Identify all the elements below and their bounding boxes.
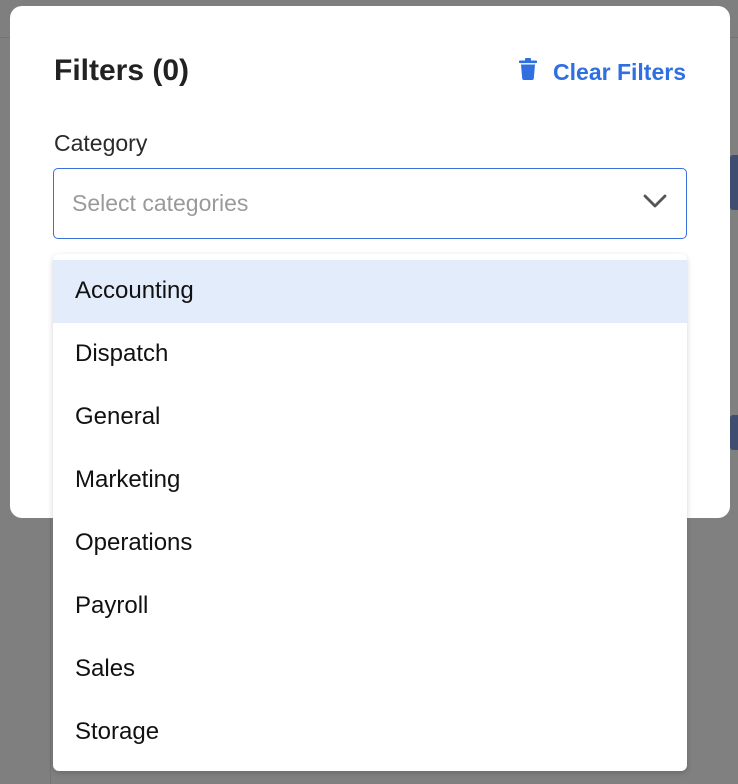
category-dropdown-menu: Accounting Dispatch General Marketing Op… <box>53 254 687 771</box>
option-dispatch[interactable]: Dispatch <box>53 323 687 386</box>
category-label: Category <box>54 130 148 156</box>
clear-filters-label: Clear Filters <box>553 58 686 85</box>
category-placeholder: Select categories <box>72 190 249 216</box>
background-button <box>730 155 738 210</box>
chevron-down-icon <box>642 193 668 214</box>
category-select[interactable]: Select categories <box>53 168 687 239</box>
option-accounting[interactable]: Accounting <box>53 260 687 323</box>
trash-icon <box>519 58 538 86</box>
option-storage[interactable]: Storage <box>53 700 687 763</box>
clear-filters-button[interactable]: Clear Filters <box>519 58 686 86</box>
modal-title: Filters (0) <box>54 54 190 87</box>
option-payroll[interactable]: Payroll <box>53 574 687 637</box>
background-button <box>730 415 738 450</box>
option-sales[interactable]: Sales <box>53 637 687 700</box>
option-operations[interactable]: Operations <box>53 512 687 575</box>
option-general[interactable]: General <box>53 386 687 449</box>
option-marketing[interactable]: Marketing <box>53 449 687 512</box>
